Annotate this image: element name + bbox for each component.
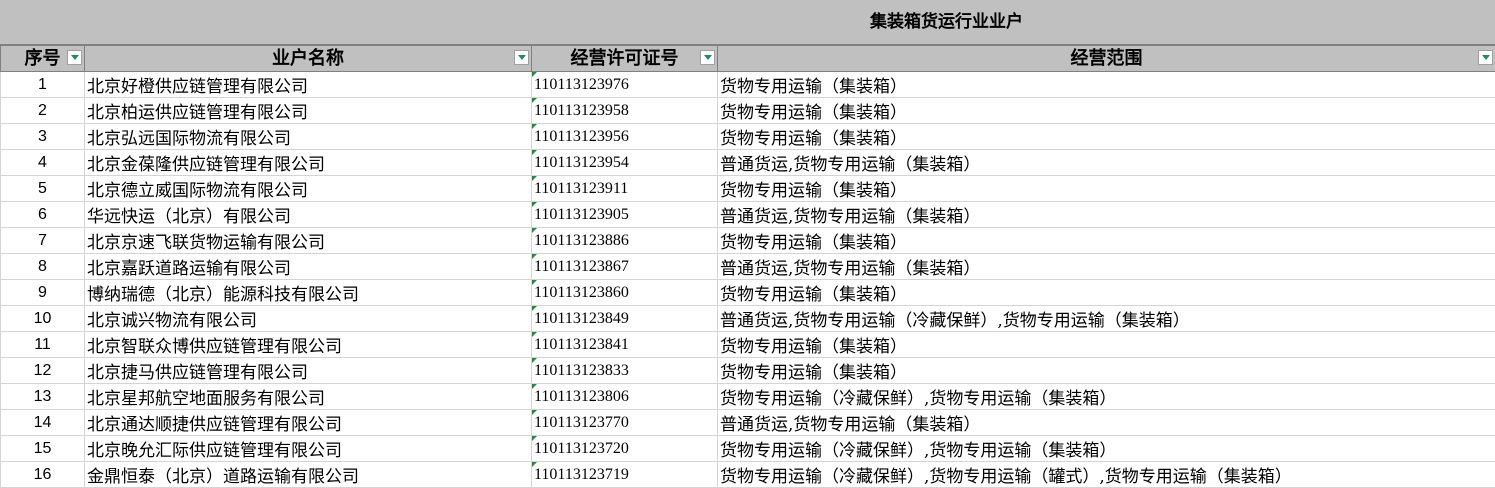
name-cell[interactable]: 北京德立威国际物流有限公司 <box>85 176 532 202</box>
license-cell[interactable]: 110113123849 <box>532 306 718 332</box>
scope-cell[interactable]: 普通货运,货物专用运输（集装箱） <box>718 202 1495 228</box>
scope-cell[interactable]: 货物专用运输（集装箱） <box>718 228 1495 254</box>
license-cell[interactable]: 110113123958 <box>532 98 718 124</box>
scope-cell[interactable]: 货物专用运输（冷藏保鲜）,货物专用运输（集装箱） <box>718 436 1495 462</box>
scope-cell[interactable]: 货物专用运输（集装箱） <box>718 358 1495 384</box>
license-cell[interactable]: 110113123954 <box>532 150 718 176</box>
table-row: 11 北京智联众博供应链管理有限公司 110113123841 货物专用运输（集… <box>1 332 1495 358</box>
name-cell[interactable]: 北京智联众博供应链管理有限公司 <box>85 332 532 358</box>
license-cell[interactable]: 110113123720 <box>532 436 718 462</box>
license-cell[interactable]: 110113123956 <box>532 124 718 150</box>
filter-dropdown-icon[interactable] <box>67 50 82 65</box>
scope-cell[interactable]: 货物专用运输（冷藏保鲜）,货物专用运输（集装箱） <box>718 384 1495 410</box>
seq-cell[interactable]: 6 <box>1 202 85 228</box>
name-cell[interactable]: 北京诚兴物流有限公司 <box>85 306 532 332</box>
name-cell[interactable]: 华远快运（北京）有限公司 <box>85 202 532 228</box>
seq-cell[interactable]: 14 <box>1 410 85 436</box>
filter-dropdown-icon[interactable] <box>514 50 529 65</box>
scope-cell[interactable]: 普通货运,货物专用运输（集装箱） <box>718 410 1495 436</box>
license-cell[interactable]: 110113123770 <box>532 410 718 436</box>
seq-cell[interactable]: 5 <box>1 176 85 202</box>
table-row: 13 北京星邦航空地面服务有限公司 110113123806 货物专用运输（冷藏… <box>1 384 1495 410</box>
name-cell[interactable]: 北京京速飞联货物运输有限公司 <box>85 228 532 254</box>
name-cell[interactable]: 北京星邦航空地面服务有限公司 <box>85 384 532 410</box>
data-table: 序号 业户名称 经营许可证号 经营范围 1 北京好橙供应链管理有限公司 1101… <box>0 45 1495 488</box>
table-row: 14 北京通达顺捷供应链管理有限公司 110113123770 普通货运,货物专… <box>1 410 1495 436</box>
name-cell[interactable]: 北京捷马供应链管理有限公司 <box>85 358 532 384</box>
seq-cell[interactable]: 16 <box>1 462 85 488</box>
scope-cell[interactable]: 货物专用运输（冷藏保鲜）,货物专用运输（罐式）,货物专用运输（集装箱） <box>718 462 1495 488</box>
sheet-title-row[interactable]: 集装箱货运行业业户 <box>0 0 1495 45</box>
seq-cell[interactable]: 8 <box>1 254 85 280</box>
table-row: 12 北京捷马供应链管理有限公司 110113123833 货物专用运输（集装箱… <box>1 358 1495 384</box>
seq-cell[interactable]: 4 <box>1 150 85 176</box>
sheet-title: 集装箱货运行业业户 <box>870 0 1023 45</box>
seq-cell[interactable]: 9 <box>1 280 85 306</box>
license-cell[interactable]: 110113123860 <box>532 280 718 306</box>
seq-cell[interactable]: 3 <box>1 124 85 150</box>
table-row: 6 华远快运（北京）有限公司 110113123905 普通货运,货物专用运输（… <box>1 202 1495 228</box>
seq-cell[interactable]: 15 <box>1 436 85 462</box>
table-body: 1 北京好橙供应链管理有限公司 110113123976 货物专用运输（集装箱）… <box>1 72 1495 488</box>
header-seq-label: 序号 <box>25 46 61 71</box>
name-cell[interactable]: 北京晚允汇际供应链管理有限公司 <box>85 436 532 462</box>
header-scope[interactable]: 经营范围 <box>718 46 1495 72</box>
scope-cell[interactable]: 货物专用运输（集装箱） <box>718 124 1495 150</box>
name-cell[interactable]: 北京好橙供应链管理有限公司 <box>85 72 532 98</box>
scope-cell[interactable]: 货物专用运输（集装箱） <box>718 72 1495 98</box>
license-cell[interactable]: 110113123976 <box>532 72 718 98</box>
header-scope-label: 经营范围 <box>1071 46 1143 71</box>
filter-dropdown-icon[interactable] <box>700 50 715 65</box>
license-cell[interactable]: 110113123911 <box>532 176 718 202</box>
license-cell[interactable]: 110113123867 <box>532 254 718 280</box>
header-name[interactable]: 业户名称 <box>85 46 532 72</box>
header-row: 序号 业户名称 经营许可证号 经营范围 <box>1 46 1495 72</box>
table-row: 7 北京京速飞联货物运输有限公司 110113123886 货物专用运输（集装箱… <box>1 228 1495 254</box>
name-cell[interactable]: 北京嘉跃道路运输有限公司 <box>85 254 532 280</box>
seq-cell[interactable]: 7 <box>1 228 85 254</box>
header-license[interactable]: 经营许可证号 <box>532 46 718 72</box>
scope-cell[interactable]: 普通货运,货物专用运输（冷藏保鲜）,货物专用运输（集装箱） <box>718 306 1495 332</box>
seq-cell[interactable]: 12 <box>1 358 85 384</box>
scope-cell[interactable]: 货物专用运输（集装箱） <box>718 280 1495 306</box>
license-cell[interactable]: 110113123905 <box>532 202 718 228</box>
seq-cell[interactable]: 10 <box>1 306 85 332</box>
seq-cell[interactable]: 13 <box>1 384 85 410</box>
license-cell[interactable]: 110113123806 <box>532 384 718 410</box>
table-row: 1 北京好橙供应链管理有限公司 110113123976 货物专用运输（集装箱） <box>1 72 1495 98</box>
name-cell[interactable]: 北京通达顺捷供应链管理有限公司 <box>85 410 532 436</box>
table-row: 2 北京柏运供应链管理有限公司 110113123958 货物专用运输（集装箱） <box>1 98 1495 124</box>
table-row: 16 金鼎恒泰（北京）道路运输有限公司 110113123719 货物专用运输（… <box>1 462 1495 488</box>
scope-cell[interactable]: 普通货运,货物专用运输（集装箱） <box>718 150 1495 176</box>
scope-cell[interactable]: 普通货运,货物专用运输（集装箱） <box>718 254 1495 280</box>
name-cell[interactable]: 博纳瑞德（北京）能源科技有限公司 <box>85 280 532 306</box>
name-cell[interactable]: 北京金葆隆供应链管理有限公司 <box>85 150 532 176</box>
seq-cell[interactable]: 2 <box>1 98 85 124</box>
header-seq[interactable]: 序号 <box>1 46 85 72</box>
scope-cell[interactable]: 货物专用运输（集装箱） <box>718 98 1495 124</box>
table-row: 8 北京嘉跃道路运输有限公司 110113123867 普通货运,货物专用运输（… <box>1 254 1495 280</box>
table-row: 10 北京诚兴物流有限公司 110113123849 普通货运,货物专用运输（冷… <box>1 306 1495 332</box>
table-row: 9 博纳瑞德（北京）能源科技有限公司 110113123860 货物专用运输（集… <box>1 280 1495 306</box>
name-cell[interactable]: 金鼎恒泰（北京）道路运输有限公司 <box>85 462 532 488</box>
header-name-label: 业户名称 <box>272 46 344 71</box>
scope-cell[interactable]: 货物专用运输（集装箱） <box>718 332 1495 358</box>
license-cell[interactable]: 110113123886 <box>532 228 718 254</box>
name-cell[interactable]: 北京柏运供应链管理有限公司 <box>85 98 532 124</box>
name-cell[interactable]: 北京弘远国际物流有限公司 <box>85 124 532 150</box>
license-cell[interactable]: 110113123833 <box>532 358 718 384</box>
license-cell[interactable]: 110113123719 <box>532 462 718 488</box>
seq-cell[interactable]: 1 <box>1 72 85 98</box>
table-row: 4 北京金葆隆供应链管理有限公司 110113123954 普通货运,货物专用运… <box>1 150 1495 176</box>
header-license-label: 经营许可证号 <box>571 46 679 71</box>
table-row: 15 北京晚允汇际供应链管理有限公司 110113123720 货物专用运输（冷… <box>1 436 1495 462</box>
seq-cell[interactable]: 11 <box>1 332 85 358</box>
table-row: 3 北京弘远国际物流有限公司 110113123956 货物专用运输（集装箱） <box>1 124 1495 150</box>
scope-cell[interactable]: 货物专用运输（集装箱） <box>718 176 1495 202</box>
license-cell[interactable]: 110113123841 <box>532 332 718 358</box>
filter-dropdown-icon[interactable] <box>1478 50 1493 65</box>
table-row: 5 北京德立威国际物流有限公司 110113123911 货物专用运输（集装箱） <box>1 176 1495 202</box>
